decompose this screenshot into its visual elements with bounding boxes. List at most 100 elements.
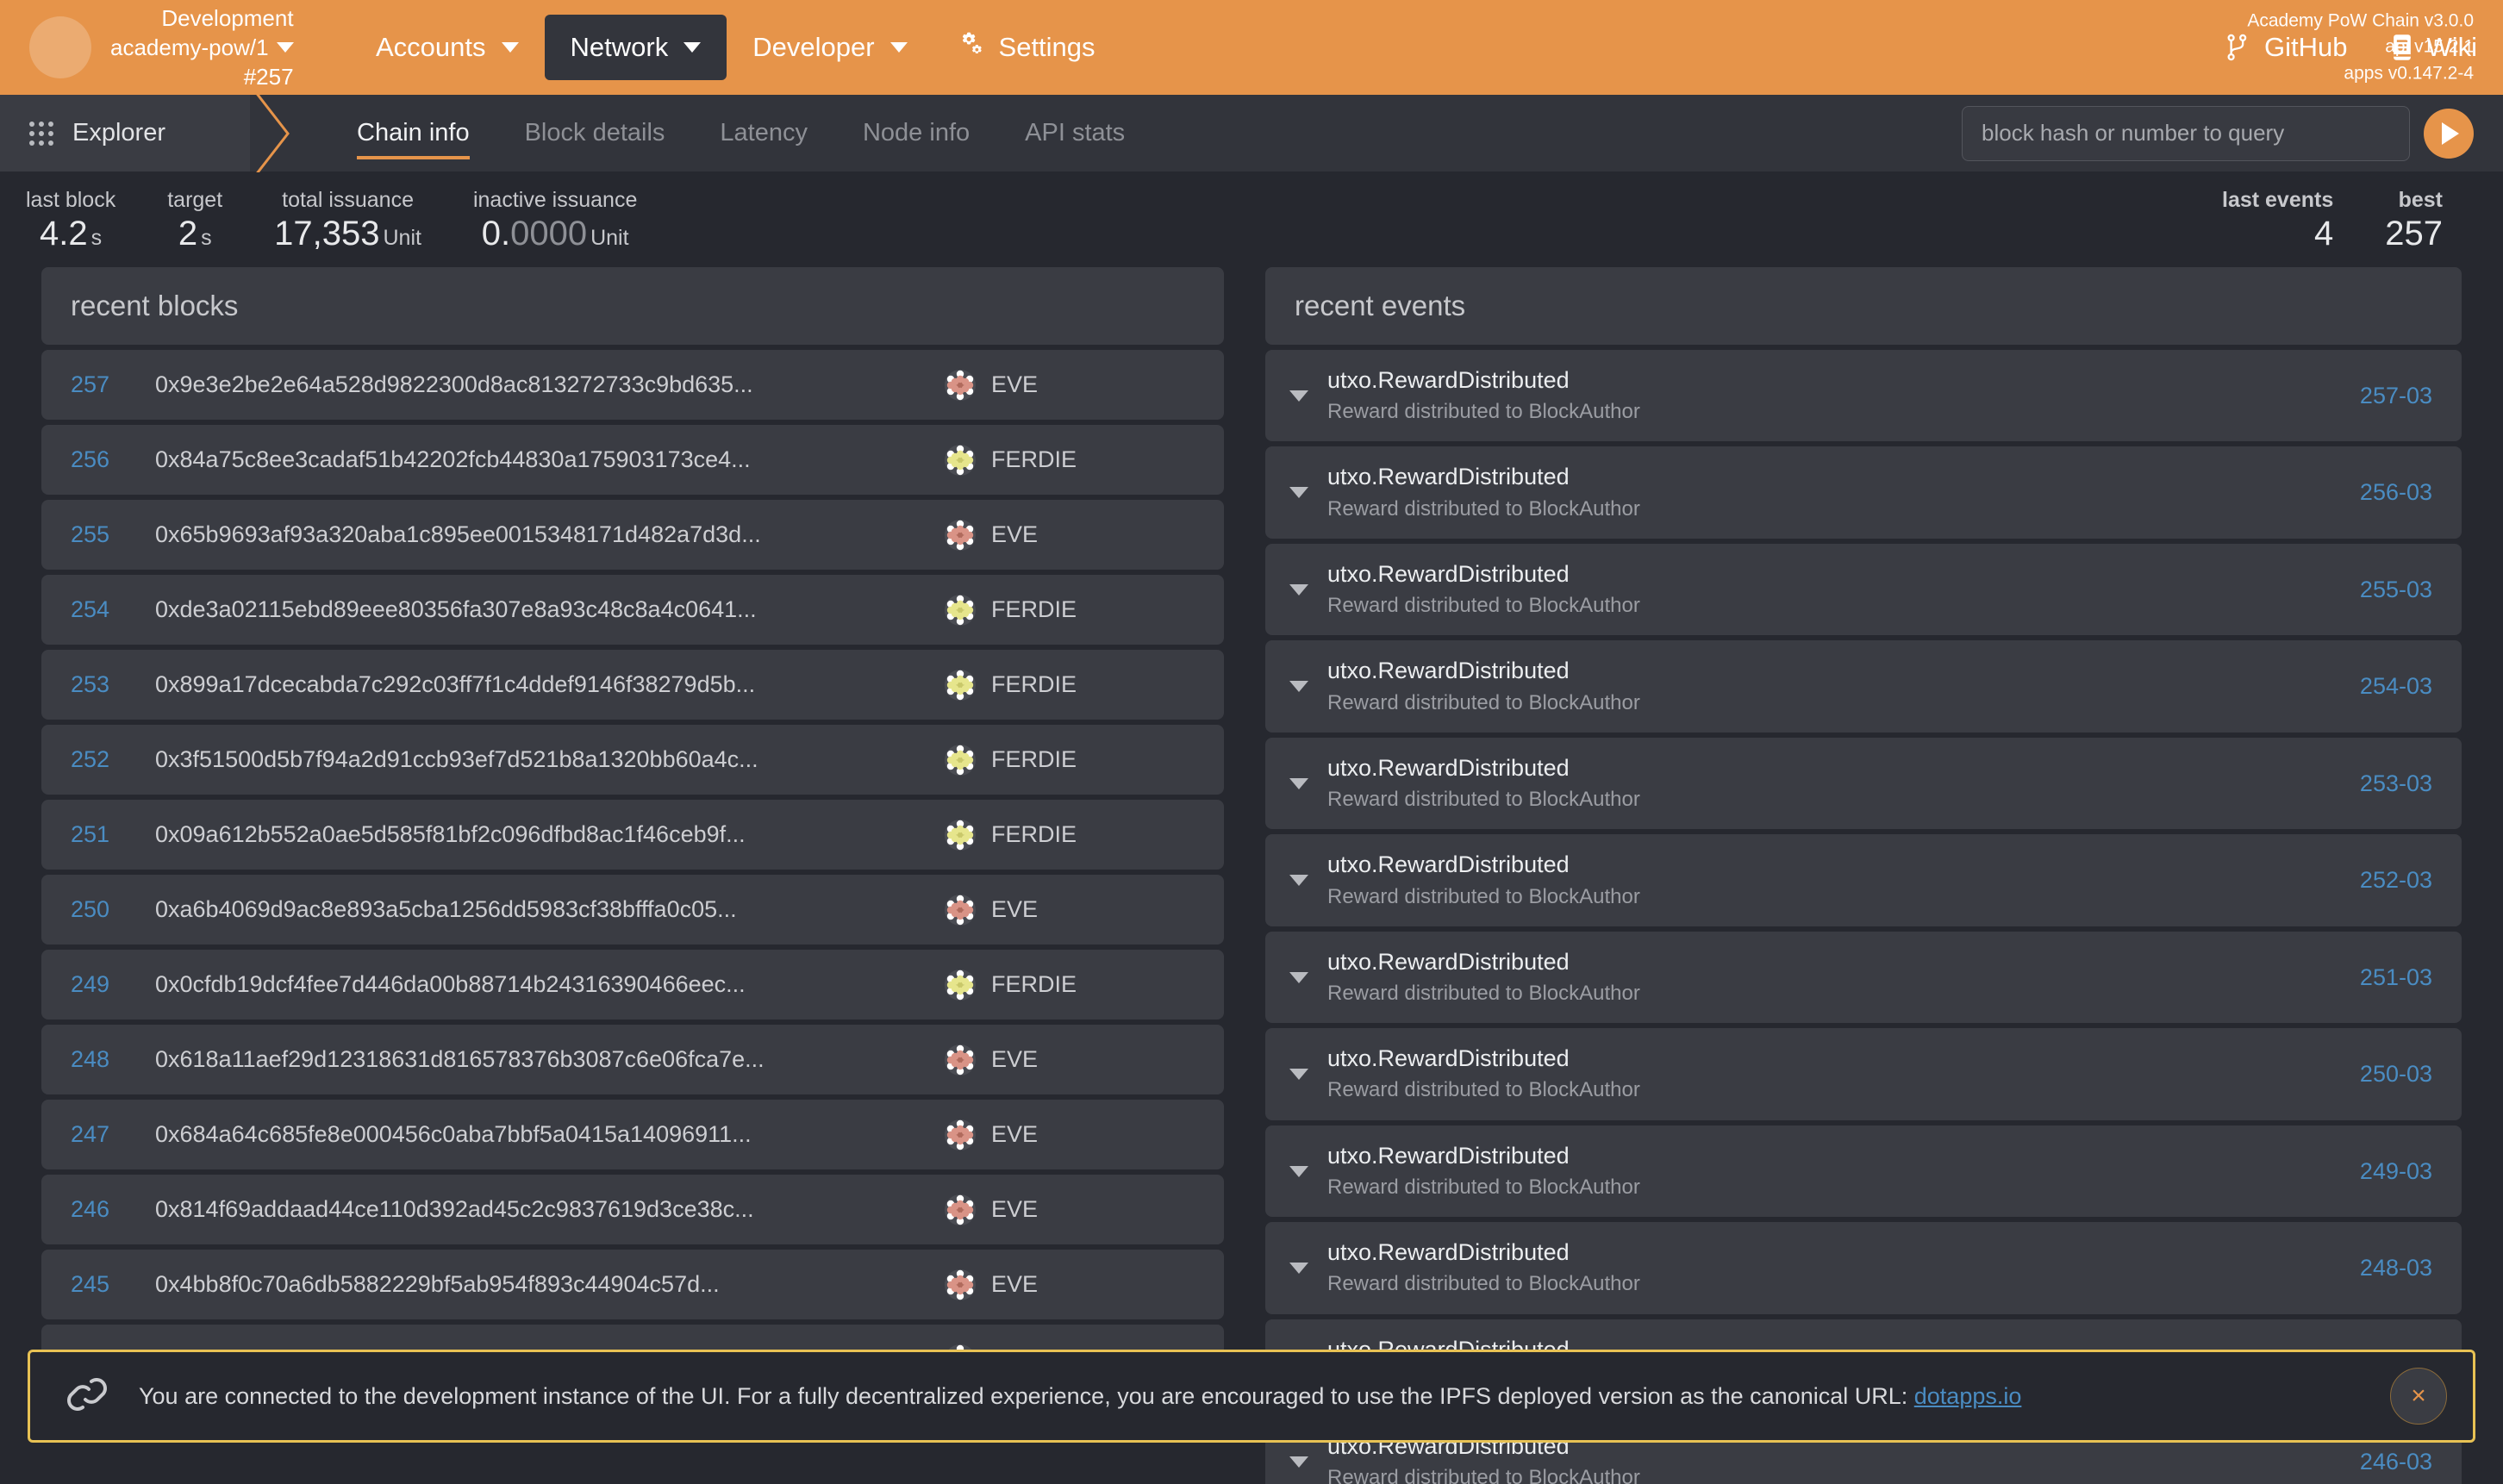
event-reference[interactable]: 249-03: [2360, 1158, 2432, 1185]
expand-triangle-icon[interactable]: [1289, 390, 1308, 402]
expand-triangle-icon[interactable]: [1289, 487, 1308, 498]
summary-bar: last block 4.2s target 2s total issuance…: [0, 172, 2503, 267]
expand-triangle-icon[interactable]: [1289, 778, 1308, 789]
expand-triangle-icon[interactable]: [1289, 584, 1308, 595]
nav-item-settings[interactable]: Settings: [933, 14, 1121, 81]
expand-triangle-icon[interactable]: [1289, 681, 1308, 692]
block-hash[interactable]: 0x84a75c8ee3cadaf51b42202fcb44830a175903…: [155, 446, 945, 473]
stat-label: best: [2385, 188, 2443, 213]
event-row[interactable]: utxo.RewardDistributedReward distributed…: [1265, 1222, 2462, 1313]
event-description: Reward distributed to BlockAuthor: [1327, 786, 2343, 814]
event-reference[interactable]: 256-03: [2360, 479, 2432, 506]
expand-triangle-icon[interactable]: [1289, 1069, 1308, 1080]
chevron-down-icon[interactable]: [277, 42, 294, 53]
expand-triangle-icon[interactable]: [1289, 875, 1308, 886]
block-hash[interactable]: 0x4bb8f0c70a6db5882229bf5ab954f893c44904…: [155, 1271, 945, 1298]
chain-selector[interactable]: Development academy-pow/1 #257: [29, 3, 305, 92]
stat-number: 2: [178, 215, 197, 253]
block-row[interactable]: 255 0x65b9693af93a320aba1c895ee0015348171…: [41, 500, 1224, 570]
tab-latency[interactable]: Latency: [692, 95, 835, 171]
block-number[interactable]: 249: [71, 971, 133, 998]
block-row[interactable]: 250 0xa6b4069d9ac8e893a5cba1256dd5983cf38…: [41, 875, 1224, 945]
expand-triangle-icon[interactable]: [1289, 1263, 1308, 1274]
block-row[interactable]: 252 0x3f51500d5b7f94a2d91ccb93ef7d521b8a1…: [41, 725, 1224, 795]
block-hash[interactable]: 0x0cfdb19dcf4fee7d446da00b88714b24316390…: [155, 971, 945, 998]
event-reference[interactable]: 250-03: [2360, 1061, 2432, 1088]
block-row[interactable]: 246 0x814f69addaad44ce110d392ad45c2c98376…: [41, 1175, 1224, 1244]
block-number[interactable]: 246: [71, 1196, 133, 1223]
banner-close-button[interactable]: ×: [2390, 1368, 2447, 1425]
block-number[interactable]: 254: [71, 596, 133, 623]
nav-item-accounts[interactable]: Accounts: [350, 15, 545, 80]
block-author-name: EVE: [991, 1121, 1038, 1148]
expand-triangle-icon[interactable]: [1289, 1456, 1308, 1468]
block-hash[interactable]: 0x814f69addaad44ce110d392ad45c2c9837619d…: [155, 1196, 945, 1223]
event-reference[interactable]: 255-03: [2360, 577, 2432, 603]
identicon-ferdie: [945, 445, 976, 476]
nav-item-developer[interactable]: Developer: [727, 15, 933, 80]
banner-link[interactable]: dotapps.io: [1914, 1383, 2022, 1409]
event-reference[interactable]: 251-03: [2360, 964, 2432, 991]
block-number[interactable]: 255: [71, 521, 133, 548]
block-number[interactable]: 245: [71, 1271, 133, 1298]
development-instance-banner: You are connected to the development ins…: [28, 1350, 2475, 1443]
chain-endpoint: academy-pow/1: [110, 33, 269, 62]
block-row[interactable]: 247 0x684a64c685fe8e000456c0aba7bbf5a0415…: [41, 1100, 1224, 1169]
app-identifier[interactable]: Explorer: [0, 95, 250, 171]
tab-block-details[interactable]: Block details: [497, 95, 693, 171]
event-body: utxo.RewardDistributedReward distributed…: [1327, 365, 2343, 426]
block-number[interactable]: 250: [71, 896, 133, 923]
block-hash[interactable]: 0xde3a02115ebd89eee80356fa307e8a93c48c8a…: [155, 596, 945, 623]
block-hash[interactable]: 0x899a17dcecabda7c292c03ff7f1c4ddef9146f…: [155, 671, 945, 698]
block-row[interactable]: 251 0x09a612b552a0ae5d585f81bf2c096dfbd8a…: [41, 800, 1224, 870]
expand-triangle-icon[interactable]: [1289, 972, 1308, 983]
event-row[interactable]: utxo.RewardDistributedReward distributed…: [1265, 1125, 2462, 1217]
event-reference[interactable]: 246-03: [2360, 1449, 2432, 1475]
block-row[interactable]: 248 0x618a11aef29d12318631d816578376b3087…: [41, 1025, 1224, 1094]
query-submit-button[interactable]: [2424, 109, 2474, 159]
event-row[interactable]: utxo.RewardDistributedReward distributed…: [1265, 350, 2462, 441]
event-reference[interactable]: 253-03: [2360, 770, 2432, 797]
block-row[interactable]: 256 0x84a75c8ee3cadaf51b42202fcb44830a175…: [41, 425, 1224, 495]
block-hash[interactable]: 0x9e3e2be2e64a528d9822300d8ac813272733c9…: [155, 371, 945, 398]
block-row[interactable]: 245 0x4bb8f0c70a6db5882229bf5ab954f893c44…: [41, 1250, 1224, 1319]
event-reference[interactable]: 252-03: [2360, 867, 2432, 894]
event-row[interactable]: utxo.RewardDistributedReward distributed…: [1265, 544, 2462, 635]
event-reference[interactable]: 257-03: [2360, 383, 2432, 409]
nav-item-network[interactable]: Network: [545, 15, 727, 80]
block-number[interactable]: 248: [71, 1046, 133, 1073]
block-hash[interactable]: 0x618a11aef29d12318631d816578376b3087c6e…: [155, 1046, 945, 1073]
identicon-eve: [945, 1269, 976, 1300]
block-row[interactable]: 257 0x9e3e2be2e64a528d9822300d8ac81327273…: [41, 350, 1224, 420]
block-number[interactable]: 256: [71, 446, 133, 473]
tab-node-info[interactable]: Node info: [835, 95, 997, 171]
event-row[interactable]: utxo.RewardDistributedReward distributed…: [1265, 640, 2462, 732]
block-hash[interactable]: 0xa6b4069d9ac8e893a5cba1256dd5983cf38bff…: [155, 896, 945, 923]
grid-apps-icon: [29, 122, 53, 146]
event-row[interactable]: utxo.RewardDistributedReward distributed…: [1265, 932, 2462, 1023]
block-hash[interactable]: 0x65b9693af93a320aba1c895ee0015348171d48…: [155, 521, 945, 548]
block-number[interactable]: 257: [71, 371, 133, 398]
tab-chain-info[interactable]: Chain info: [329, 95, 497, 171]
tab-label: Node info: [863, 119, 970, 147]
event-row[interactable]: utxo.RewardDistributedReward distributed…: [1265, 738, 2462, 829]
event-row[interactable]: utxo.RewardDistributedReward distributed…: [1265, 446, 2462, 538]
block-number[interactable]: 247: [71, 1121, 133, 1148]
block-hash[interactable]: 0x09a612b552a0ae5d585f81bf2c096dfbd8ac1f…: [155, 821, 945, 848]
block-row[interactable]: 249 0x0cfdb19dcf4fee7d446da00b88714b24316…: [41, 950, 1224, 1019]
event-reference[interactable]: 248-03: [2360, 1255, 2432, 1281]
block-row[interactable]: 253 0x899a17dcecabda7c292c03ff7f1c4ddef91…: [41, 650, 1224, 720]
block-query-input[interactable]: [1962, 106, 2410, 161]
block-number[interactable]: 252: [71, 746, 133, 773]
event-row[interactable]: utxo.RewardDistributedReward distributed…: [1265, 834, 2462, 926]
block-row[interactable]: 254 0xde3a02115ebd89eee80356fa307e8a93c48…: [41, 575, 1224, 645]
block-hash[interactable]: 0x3f51500d5b7f94a2d91ccb93ef7d521b8a1320…: [155, 746, 945, 773]
event-reference[interactable]: 254-03: [2360, 673, 2432, 700]
block-number[interactable]: 253: [71, 671, 133, 698]
expand-triangle-icon[interactable]: [1289, 1166, 1308, 1177]
stat-total-issuance: total issuance 17,353Unit: [248, 188, 447, 253]
block-hash[interactable]: 0x684a64c685fe8e000456c0aba7bbf5a0415a14…: [155, 1121, 945, 1148]
tab-api-stats[interactable]: API stats: [997, 95, 1152, 171]
event-row[interactable]: utxo.RewardDistributedReward distributed…: [1265, 1028, 2462, 1119]
block-number[interactable]: 251: [71, 821, 133, 848]
